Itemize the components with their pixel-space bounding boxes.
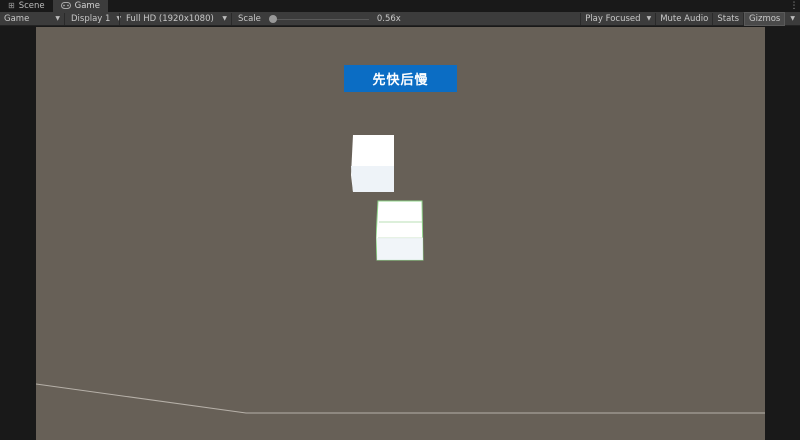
play-mode-dropdown[interactable]: Play Focused ▼: [581, 12, 655, 26]
tab-scene[interactable]: ⊞ Scene: [0, 0, 53, 12]
white-cube[interactable]: [351, 135, 394, 192]
display-dropdown[interactable]: Display 1 ▼: [65, 12, 121, 26]
resolution-dropdown[interactable]: Full HD (1920x1080) ▼: [120, 12, 231, 26]
view-mode-label: Game: [4, 13, 30, 24]
game-view[interactable]: 先快后慢: [36, 27, 765, 440]
scale-value: 0.56x: [376, 13, 401, 24]
stats-toggle[interactable]: Stats: [713, 12, 743, 26]
selected-cube[interactable]: [376, 200, 424, 262]
chevron-down-icon: ▼: [222, 15, 227, 22]
tab-game-label: Game: [74, 1, 100, 11]
tab-game[interactable]: Game: [52, 0, 108, 12]
window-tab-bar: ⊞ Scene Game ⋮: [0, 0, 800, 12]
scale-label: Scale: [238, 13, 261, 24]
view-mode-dropdown[interactable]: Game ▼: [0, 12, 64, 26]
display-label: Display 1: [71, 13, 111, 24]
gamepad-icon: [60, 1, 71, 11]
chevron-down-icon: ▼: [790, 15, 795, 22]
game-view-toolbar: Game ▼ Display 1 ▼ Full HD (1920x1080) ▼…: [0, 11, 800, 26]
tab-scene-label: Scene: [18, 1, 45, 11]
gizmos-toggle[interactable]: Gizmos: [744, 11, 786, 26]
chevron-down-icon: ▼: [55, 15, 60, 22]
grid-icon: ⊞: [8, 1, 15, 10]
resolution-label: Full HD (1920x1080): [126, 13, 214, 24]
scale-slider[interactable]: [268, 12, 369, 26]
scale-slider-handle[interactable]: [268, 14, 277, 23]
chevron-down-icon: ▼: [646, 15, 652, 22]
more-options-icon[interactable]: ⋮: [788, 0, 800, 12]
ease-button[interactable]: 先快后慢: [344, 65, 457, 92]
ease-button-label: 先快后慢: [372, 73, 429, 88]
mute-audio-toggle[interactable]: Mute Audio: [656, 12, 712, 26]
gizmos-dropdown[interactable]: ▼: [785, 12, 800, 26]
play-mode-label: Play Focused: [585, 13, 641, 24]
